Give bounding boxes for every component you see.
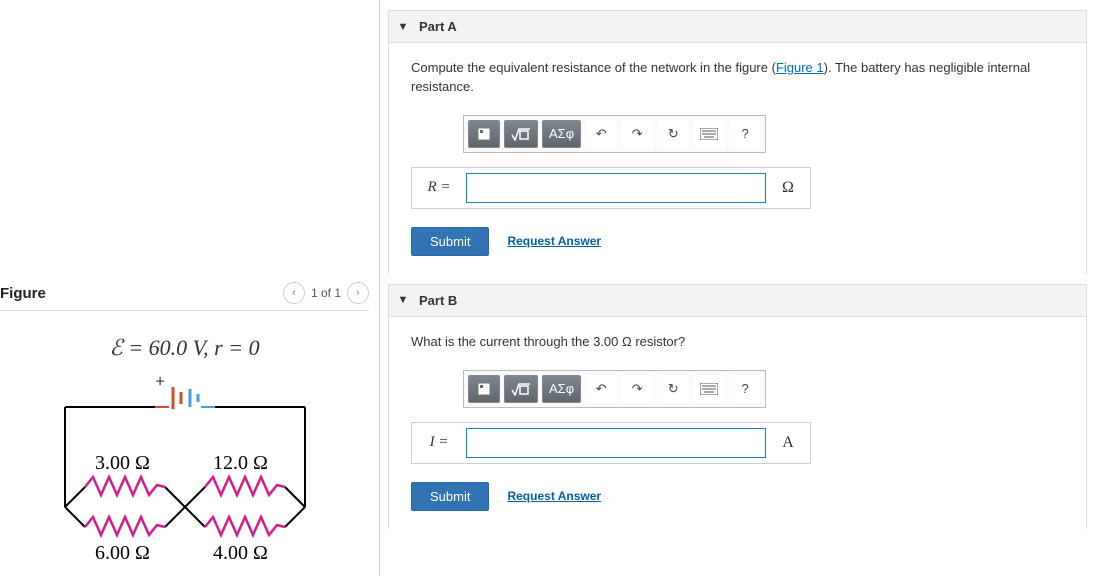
help-button[interactable]: ?	[729, 375, 761, 403]
figure-emf-label: ℰ = 60.0 V, r = 0	[35, 335, 335, 361]
answer-toolbar-b: ΑΣφ ↶ ↷ ↻ ?	[463, 370, 766, 408]
part-b-request-answer[interactable]: Request Answer	[507, 489, 601, 503]
resistor-r1-label: 3.00 Ω	[95, 452, 150, 474]
part-a-request-answer[interactable]: Request Answer	[507, 234, 601, 248]
redo-button[interactable]: ↷	[621, 375, 653, 403]
greek-button[interactable]: ΑΣφ	[542, 375, 581, 403]
part-b-title: Part B	[419, 293, 457, 308]
part-a-submit-button[interactable]: Submit	[411, 227, 489, 256]
undo-button[interactable]: ↶	[585, 375, 617, 403]
redo-button[interactable]: ↷	[621, 120, 653, 148]
templates-button[interactable]	[468, 375, 500, 403]
part-b-variable: I =	[412, 434, 466, 451]
radicals-button[interactable]	[504, 375, 538, 403]
reset-button[interactable]: ↻	[657, 120, 689, 148]
answer-toolbar-a: ΑΣφ ↶ ↷ ↻ ?	[463, 115, 766, 153]
part-a-unit: Ω	[766, 179, 810, 197]
figure-next-button[interactable]: ›	[347, 282, 369, 304]
keyboard-button[interactable]	[693, 375, 725, 403]
templates-button[interactable]	[468, 120, 500, 148]
part-a-variable: R =	[412, 179, 466, 196]
resistor-r3-label: 6.00 Ω	[95, 542, 150, 564]
svg-text:+: +	[155, 371, 165, 391]
resistor-r4-label: 4.00 Ω	[213, 542, 268, 564]
part-b-submit-button[interactable]: Submit	[411, 482, 489, 511]
part-a: ▼ Part A Compute the equivalent resistan…	[388, 10, 1087, 274]
figure-title: Figure	[0, 285, 46, 302]
figure-pager-label: 1 of 1	[311, 286, 341, 300]
figure-link[interactable]: Figure 1	[776, 60, 824, 75]
greek-button[interactable]: ΑΣφ	[542, 120, 581, 148]
undo-button[interactable]: ↶	[585, 120, 617, 148]
part-a-title: Part A	[419, 19, 457, 34]
reset-button[interactable]: ↻	[657, 375, 689, 403]
part-b-unit: A	[766, 434, 810, 452]
keyboard-button[interactable]	[693, 120, 725, 148]
part-b-answer-input[interactable]	[466, 428, 766, 458]
radicals-button[interactable]	[504, 120, 538, 148]
figure-prev-button[interactable]: ‹	[283, 282, 305, 304]
help-button[interactable]: ?	[729, 120, 761, 148]
figure-pager: ‹ 1 of 1 ›	[283, 282, 369, 304]
circuit-figure: ℰ = 60.0 V, r = 0 +	[35, 335, 335, 577]
part-b-prompt: What is the current through the 3.00 Ω r…	[411, 333, 1064, 352]
part-a-collapser[interactable]: ▼	[397, 21, 409, 33]
resistor-r2-label: 12.0 Ω	[213, 452, 268, 474]
part-b: ▼ Part B What is the current through the…	[388, 284, 1087, 529]
part-a-answer-input[interactable]	[466, 173, 766, 203]
part-a-prompt: Compute the equivalent resistance of the…	[411, 59, 1064, 97]
part-b-collapser[interactable]: ▼	[397, 294, 409, 306]
circuit-svg: +	[35, 367, 335, 577]
